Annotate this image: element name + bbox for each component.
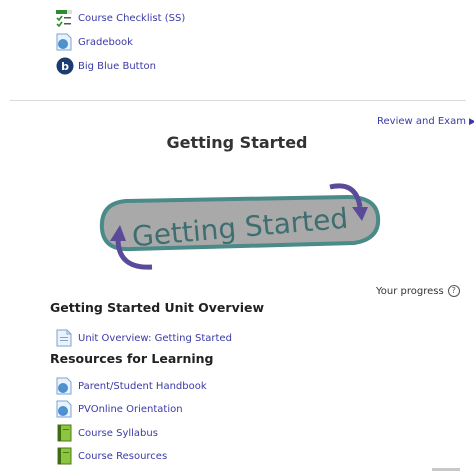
- link-label: Course Checklist (SS): [78, 12, 186, 24]
- triangle-right-icon: ▶: [468, 116, 474, 127]
- link-label: PVOnline Orientation: [78, 403, 183, 415]
- link-label: Parent/Student Handbook: [78, 380, 207, 392]
- link-label: Gradebook: [78, 36, 133, 48]
- page-globe-icon: [56, 377, 72, 395]
- page-icon: [56, 329, 72, 347]
- getting-started-banner: Getting Started: [96, 177, 386, 281]
- unit-overview-heading: Getting Started Unit Overview: [50, 300, 265, 315]
- next-section-link[interactable]: Review and Exam ▶: [377, 116, 474, 127]
- bigbluebutton-icon: b: [56, 57, 74, 75]
- page-globe-icon: [56, 33, 72, 51]
- page-globe-icon: [56, 400, 72, 418]
- link-parent-student-handbook[interactable]: Parent/Student Handbook: [56, 376, 207, 396]
- your-progress: Your progress ?: [376, 285, 460, 297]
- link-label: Course Resources: [78, 450, 168, 462]
- svg-text:b: b: [61, 60, 69, 73]
- section-divider: [10, 100, 466, 101]
- next-section-label: Review and Exam: [377, 116, 466, 127]
- help-icon[interactable]: ?: [447, 285, 460, 297]
- link-label: Big Blue Button: [78, 60, 156, 72]
- resources-heading: Resources for Learning: [50, 351, 214, 366]
- link-big-blue-button[interactable]: b Big Blue Button: [56, 56, 156, 76]
- section-title: Getting Started: [166, 133, 308, 152]
- checklist-icon: [56, 9, 72, 28]
- link-pvonline-orientation[interactable]: PVOnline Orientation: [56, 399, 183, 419]
- book-icon: [56, 424, 72, 442]
- link-unit-overview[interactable]: Unit Overview: Getting Started: [56, 328, 232, 348]
- book-icon: [56, 447, 72, 465]
- link-course-checklist[interactable]: Course Checklist (SS): [56, 8, 185, 28]
- link-gradebook[interactable]: Gradebook: [56, 32, 133, 52]
- link-label: Unit Overview: Getting Started: [78, 332, 232, 344]
- link-course-syllabus[interactable]: Course Syllabus: [56, 423, 158, 443]
- link-course-resources[interactable]: Course Resources: [56, 446, 167, 466]
- link-label: Course Syllabus: [78, 427, 158, 439]
- progress-label: Your progress: [376, 285, 444, 297]
